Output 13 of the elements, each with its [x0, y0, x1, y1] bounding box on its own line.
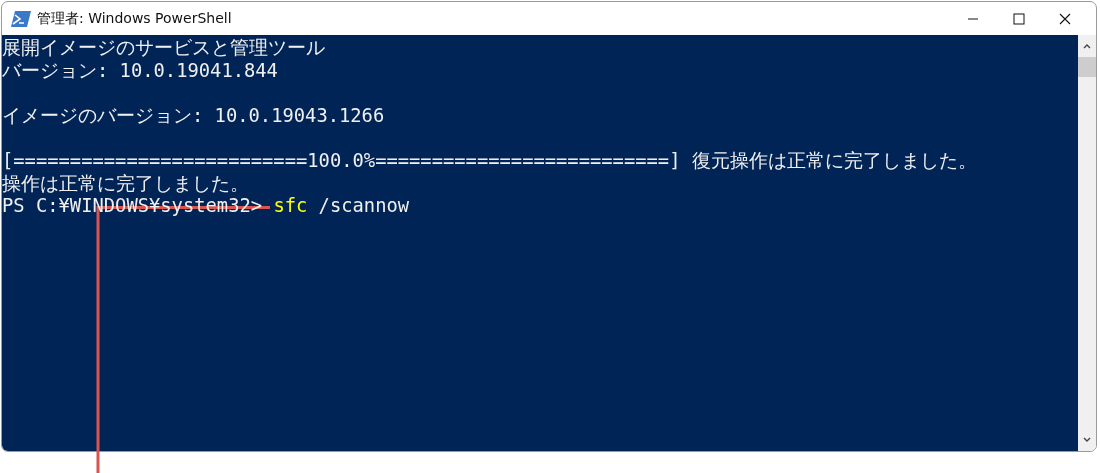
scroll-thumb[interactable] [1078, 57, 1096, 77]
powershell-icon [11, 10, 31, 27]
maximize-icon[interactable] [1013, 12, 1025, 25]
command-text: sfc [273, 195, 308, 217]
window-title: 管理者: Windows PowerShell [37, 9, 233, 28]
console-output-line: [==========================100.0%==========================] 復元操作は正常に完了しました。 [2, 149, 977, 171]
scrollbar[interactable] [1078, 35, 1096, 451]
console-output-line: 操作は正常に完了しました。 [2, 172, 249, 194]
console-output-line: 展開イメージのサービスと管理ツール [2, 37, 325, 58]
close-icon[interactable] [1059, 12, 1071, 25]
command-argument: /scannow [317, 195, 410, 217]
console-output-line: イメージのバージョン: 10.0.19043.1266 [2, 104, 385, 126]
console-output-line: バージョン: 10.0.19041.844 [2, 59, 278, 81]
